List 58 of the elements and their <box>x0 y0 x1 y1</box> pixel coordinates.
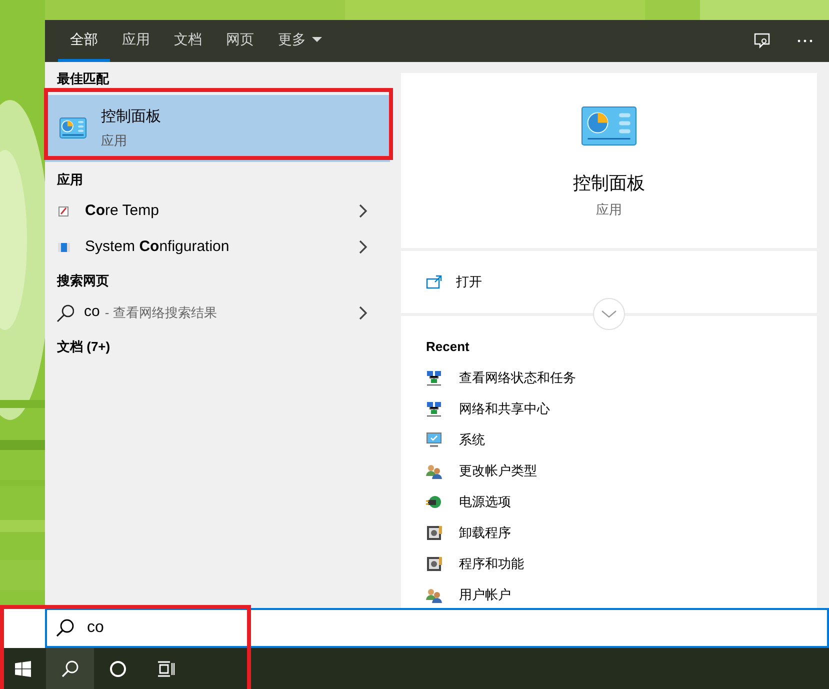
section-heading: 搜索网页 <box>56 272 110 290</box>
recent-item[interactable]: 查看网络状态和任务 <box>426 362 817 394</box>
app-result[interactable]: System Configuration <box>45 229 390 265</box>
search-tab[interactable]: 更多 <box>266 20 334 62</box>
preview-subtitle: 应用 <box>596 201 622 219</box>
thermometer-icon <box>58 206 69 216</box>
chevron-down-icon <box>601 310 617 318</box>
monitor-icon <box>426 432 442 448</box>
open-button[interactable]: 打开 <box>426 272 482 292</box>
chevron-right-icon <box>358 304 368 320</box>
recent-item[interactable]: 用户帐户 <box>426 580 817 608</box>
recent-item[interactable]: 系统 <box>426 424 817 456</box>
recent-item[interactable]: 更改帐户类型 <box>426 456 817 486</box>
window-icon <box>58 241 70 253</box>
app-name: System Configuration <box>85 236 230 257</box>
recent-item[interactable]: 程序和功能 <box>426 548 817 580</box>
search-field[interactable]: co <box>45 608 829 648</box>
network-icon <box>426 401 442 417</box>
section-heading: Recent <box>426 338 470 356</box>
chevron-right-icon <box>358 203 368 219</box>
task-view-icon[interactable] <box>157 660 175 676</box>
search-tab[interactable]: 文档 <box>162 20 214 62</box>
users-icon <box>426 463 442 479</box>
feedback-icon[interactable] <box>753 32 771 50</box>
network-icon <box>426 370 442 386</box>
disc-box-icon <box>426 525 442 541</box>
search-icon <box>55 618 75 638</box>
windows-icon[interactable] <box>15 660 31 676</box>
control-panel-icon <box>581 106 637 146</box>
caret-icon <box>312 37 322 42</box>
power-plug-icon <box>426 494 442 510</box>
item-subtitle: 应用 <box>101 132 128 150</box>
disc-box-icon <box>426 556 442 572</box>
preview-title: 控制面板 <box>573 172 645 195</box>
recent-item[interactable]: 电源选项 <box>426 486 817 518</box>
section-heading: 应用 <box>56 170 84 188</box>
web-search-result[interactable]: co - 查看网络搜索结果 <box>45 294 390 330</box>
app-name: Core Temp <box>85 200 160 221</box>
chevron-right-icon <box>358 239 368 255</box>
section-heading: 最佳匹配 <box>56 70 110 88</box>
recent-item[interactable]: 卸载程序 <box>426 518 817 548</box>
search-taskbar-button[interactable] <box>46 648 94 689</box>
recent-item[interactable]: 网络和共享中心 <box>426 394 817 424</box>
circle-icon[interactable] <box>109 660 127 678</box>
best-match-item[interactable]: 控制面板 应用 <box>45 94 390 162</box>
search-tab[interactable]: 应用 <box>110 20 162 62</box>
search-tab[interactable]: 网页 <box>214 20 266 62</box>
more-icon[interactable] <box>797 39 813 43</box>
app-result[interactable]: Core Temp <box>45 193 390 229</box>
users-icon <box>426 587 442 603</box>
search-icon <box>61 660 79 678</box>
control-panel-icon <box>59 117 87 139</box>
search-icon <box>56 304 74 322</box>
item-title: 控制面板 <box>101 107 161 127</box>
search-hint: - 查看网络搜索结果 <box>104 304 218 322</box>
external-window-icon <box>426 275 442 289</box>
search-query: co <box>84 302 100 322</box>
section-heading: 文档 (7+) <box>56 338 112 356</box>
